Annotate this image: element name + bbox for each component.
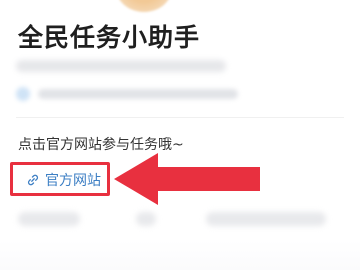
blurred-text: [38, 89, 238, 99]
link-icon: [27, 174, 39, 186]
blurred-info-row: [16, 86, 256, 102]
avatar: [116, 0, 172, 12]
bottom-area: [0, 240, 360, 270]
page-title: 全民任务小助手: [18, 23, 201, 52]
blurred-stat: [18, 212, 80, 226]
blurred-icon: [16, 87, 30, 101]
red-arrow-icon: [114, 153, 260, 205]
blurred-subtitle: [16, 60, 226, 72]
blurred-stat: [206, 212, 326, 226]
blurred-stat: [136, 212, 156, 226]
screen: 全民任务小助手 点击官方网站参与任务哦~ 官方网站: [0, 0, 360, 270]
official-site-label: 官方网站: [45, 173, 101, 189]
official-site-link[interactable]: 官方网站: [26, 170, 101, 190]
divider: [16, 117, 344, 118]
